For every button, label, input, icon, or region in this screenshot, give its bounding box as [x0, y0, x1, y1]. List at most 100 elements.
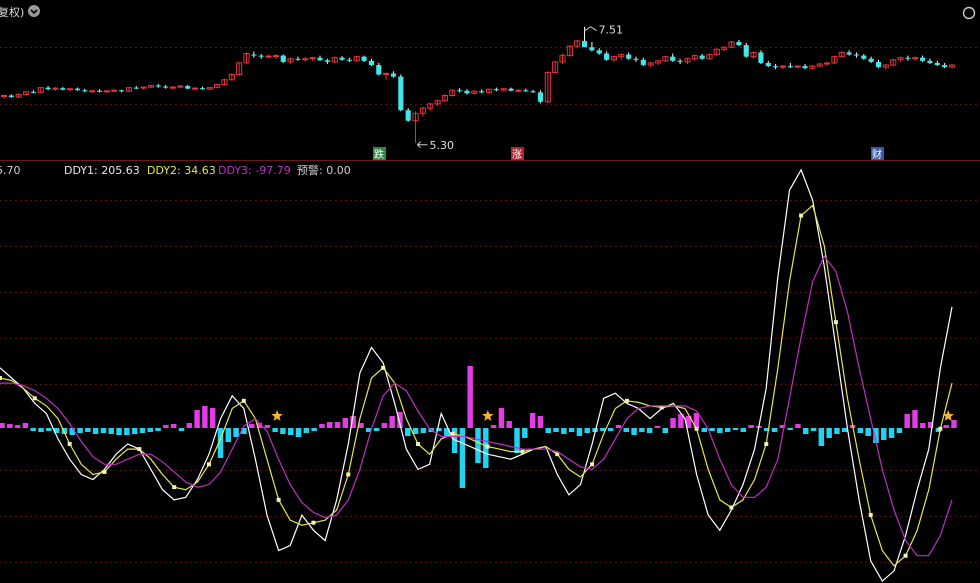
ddy2-point-marker: [206, 462, 211, 467]
candle-body-down: [743, 45, 749, 57]
indicator-bar-negative: [631, 428, 637, 435]
candle-body-down: [361, 56, 367, 61]
ddy2-point-marker: [67, 442, 72, 446]
candle-body-up: [111, 89, 118, 92]
candle-body-down: [942, 65, 948, 68]
indicator-bar-negative: [717, 428, 723, 433]
indicator-bar-positive: [904, 414, 910, 428]
indicator-bar-positive: [248, 424, 255, 428]
candle-body-down: [589, 47, 595, 51]
indicator-bar-positive: [194, 410, 200, 428]
indicator-bar-negative: [826, 428, 832, 438]
alert-label: 预警: 0.00: [297, 163, 351, 177]
candle-body-down: [905, 57, 911, 59]
candle-body-down: [185, 86, 191, 89]
candle: [398, 74, 404, 112]
indicator-bar-negative: [303, 428, 310, 433]
candle-body-down: [773, 66, 779, 68]
indicator-bar-negative: [881, 428, 887, 440]
ddy1-label: DDY1: 205.63: [64, 164, 140, 177]
candle-body-up: [515, 89, 522, 92]
indicator-bar-negative: [287, 428, 294, 435]
indicator-bar-negative: [116, 428, 122, 435]
indicator-bar-positive: [795, 424, 801, 428]
event-marker-label: 跌: [374, 148, 384, 161]
indicator-bar-negative: [545, 428, 551, 433]
candle-body-down: [398, 76, 404, 111]
indicator-bar-positive: [22, 423, 29, 428]
candle-body-up: [265, 55, 272, 58]
indicator-bar-positive: [334, 422, 341, 428]
indicator-bar-positive: [748, 425, 754, 428]
indicator-bar-negative: [787, 428, 793, 430]
event-marker-info: 财: [871, 147, 884, 161]
indicator-bar-negative: [155, 428, 161, 431]
ddy2-point-marker: [102, 469, 107, 474]
indicator-bar-negative: [405, 428, 411, 436]
indicator-bar-positive: [506, 421, 512, 428]
ddy2-point-marker: [276, 497, 281, 502]
indicator-bar-negative: [272, 428, 278, 432]
ddy2-point-marker: [903, 553, 908, 558]
candle-body-up: [89, 90, 96, 93]
ddy2-point-marker: [764, 442, 769, 446]
indicator-bar-negative: [818, 428, 825, 446]
ddy2-point-marker: [415, 442, 420, 446]
indicator-bar-negative: [701, 428, 708, 432]
indicator-bar-negative: [810, 428, 817, 431]
candle-body-down: [523, 90, 529, 92]
title-fragment: 复权): [0, 5, 24, 19]
indicator-bar-negative: [522, 428, 528, 438]
ddy2-point-marker: [868, 513, 873, 518]
candle-body-down: [280, 55, 286, 62]
ddy2-point-marker: [590, 462, 595, 467]
chevron-down-circle-icon: [28, 5, 40, 17]
chart-background: [0, 0, 980, 583]
indicator-bar-negative: [623, 428, 629, 432]
indicator-bar-negative: [771, 428, 778, 432]
indicator-bar-negative: [420, 428, 427, 433]
indicator-bar-negative: [834, 428, 840, 434]
indicator-bar-negative: [740, 428, 747, 432]
candle-body-up: [272, 55, 279, 58]
candle-body-down: [199, 88, 205, 90]
indicator-bar-negative: [147, 428, 153, 432]
indicator-bar-negative: [709, 428, 715, 431]
indicator-bar-negative: [412, 428, 419, 434]
indicator-bar-positive: [170, 424, 177, 428]
candle-body-down: [45, 87, 51, 90]
indicator-bar-negative: [639, 428, 645, 432]
ddy2-point-marker: [833, 320, 838, 325]
indicator-bar-positive: [615, 425, 622, 428]
candle-body-down: [508, 88, 514, 91]
indicator-bar-negative: [124, 428, 130, 435]
indicator-left-value: 5.70: [0, 164, 21, 177]
indicator-bar-negative: [888, 428, 895, 438]
candle-body-down: [765, 62, 771, 67]
indicator-bar-positive: [202, 406, 208, 428]
candle-body-down: [699, 55, 705, 59]
candle-body-down: [530, 91, 536, 93]
indicator-bar-negative: [561, 428, 567, 434]
indicator-bar-negative: [30, 428, 36, 431]
candle-body-down: [82, 90, 88, 92]
ddy2-point-marker: [241, 398, 246, 403]
candle-body-down: [60, 88, 66, 90]
ddy2-point-marker: [799, 213, 804, 218]
candle-body-down: [251, 54, 257, 56]
candle-body-down: [390, 73, 397, 77]
indicator-bar-negative: [475, 428, 481, 463]
candle-body-up: [169, 86, 177, 89]
indicator-bar-negative: [646, 428, 653, 433]
indicator-bar-positive: [467, 366, 473, 428]
ddy2-point-marker: [0, 376, 2, 380]
candle-body-down: [376, 65, 382, 75]
indicator-bar-positive: [943, 425, 949, 428]
candle-body-down: [155, 85, 161, 87]
candle-body-down: [875, 61, 882, 68]
candle-body-down: [8, 95, 14, 98]
indicator-bar-negative: [662, 428, 669, 433]
indicator-bar-positive: [14, 425, 21, 428]
candle-body-down: [368, 60, 375, 66]
menu-dropdown-button[interactable]: [28, 5, 40, 17]
